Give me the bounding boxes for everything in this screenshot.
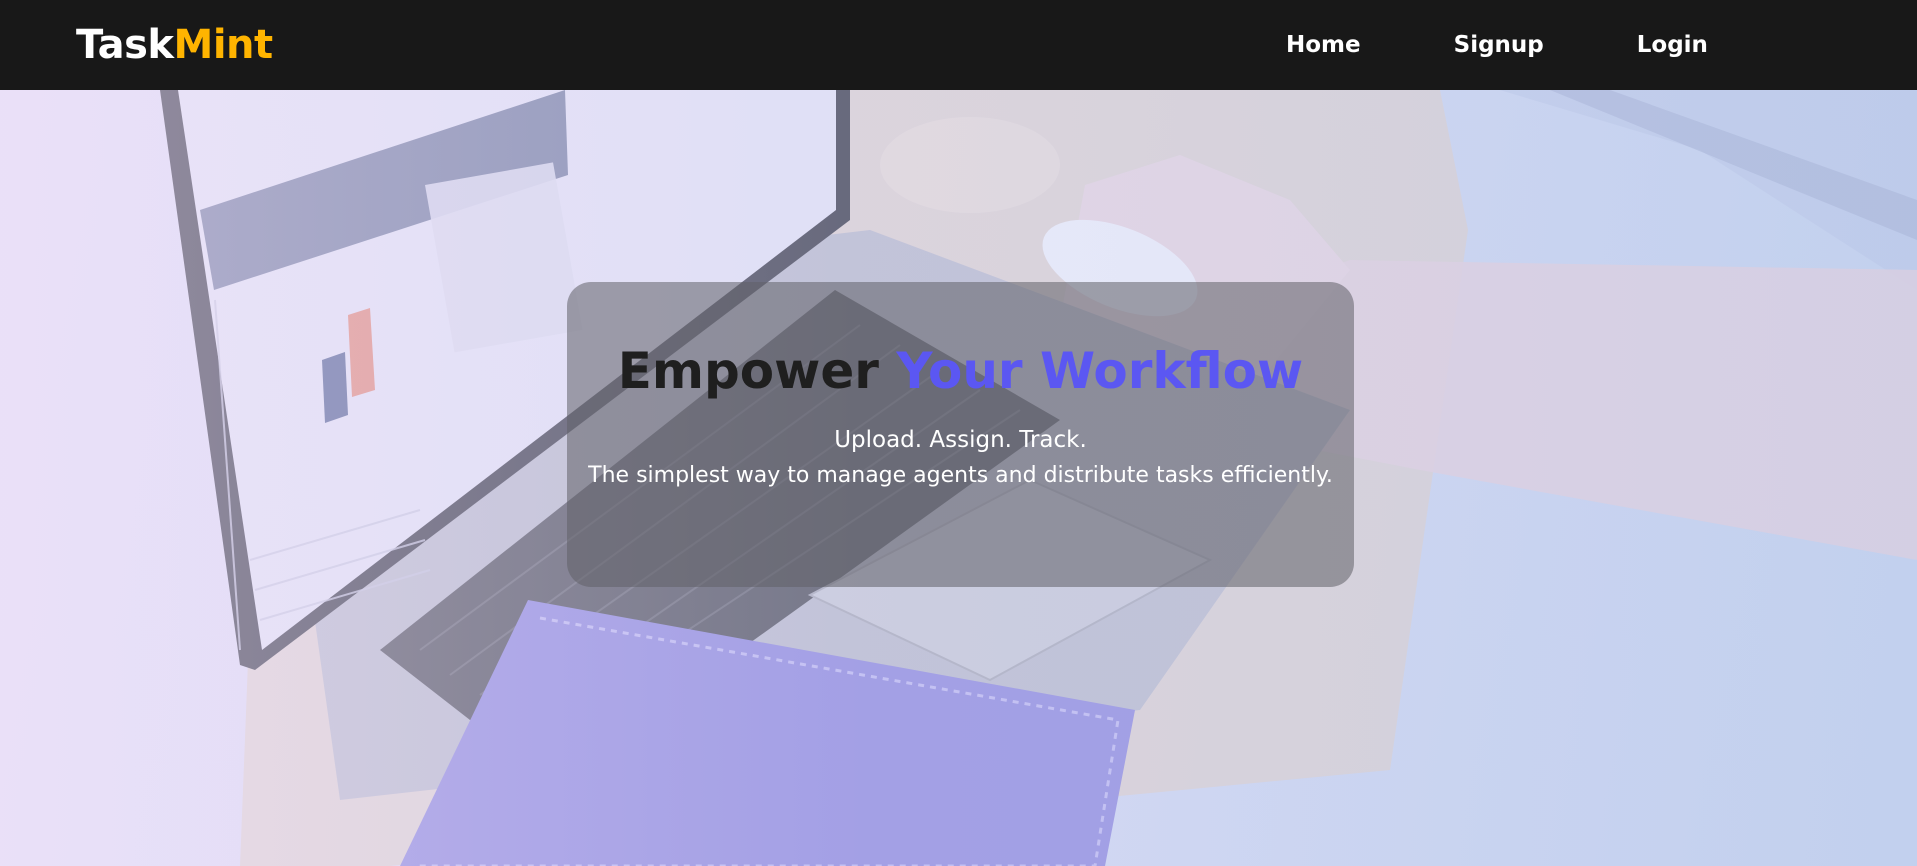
headline-your-workflow: Your Workflow [896, 342, 1304, 400]
nav-login-link[interactable]: Login [1637, 30, 1708, 60]
brand-name-task: Task [76, 22, 174, 68]
brand-name-mint: Mint [173, 22, 274, 68]
nav-links: Home Signup Login [1286, 30, 1708, 60]
hero-tagline: Upload. Assign. Track. [834, 427, 1087, 453]
nav-signup-link[interactable]: Signup [1454, 30, 1544, 60]
nav-home-link[interactable]: Home [1286, 30, 1361, 60]
hero-description: The simplest way to manage agents and di… [588, 463, 1333, 488]
hero-card: Empower Your Workflow Upload. Assign. Tr… [567, 282, 1354, 587]
navbar: TaskMint Home Signup Login [0, 0, 1917, 90]
hero-headline: Empower Your Workflow [567, 340, 1354, 402]
headline-empower: Empower [617, 342, 879, 400]
brand-logo[interactable]: TaskMint [76, 22, 273, 68]
